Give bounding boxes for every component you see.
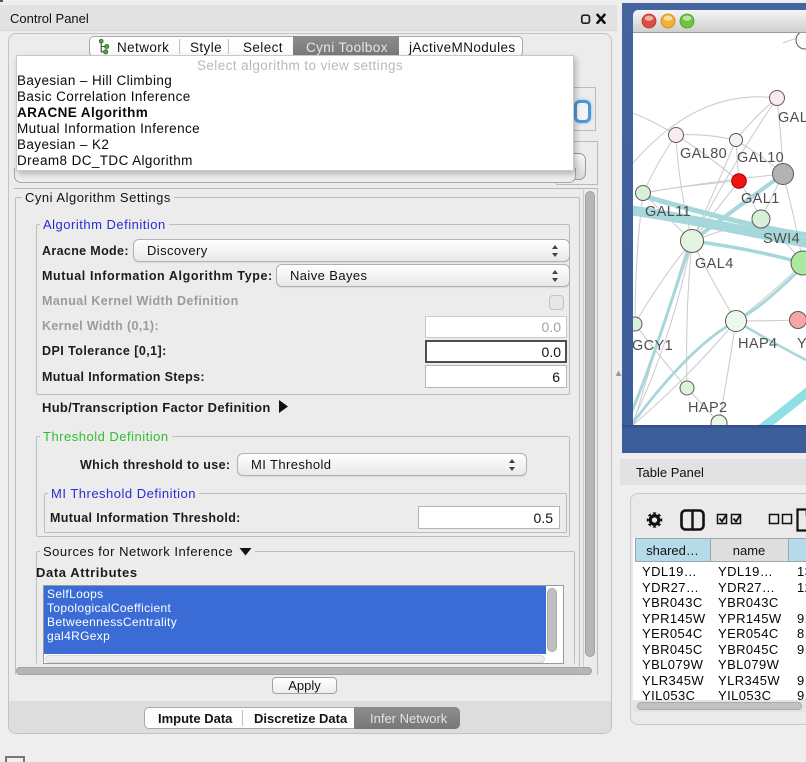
svg-text:GAL4: GAL4 xyxy=(695,256,734,272)
svg-text:GAL11: GAL11 xyxy=(645,204,691,220)
svg-text:HAP4: HAP4 xyxy=(738,336,777,352)
svg-text:GAL10: GAL10 xyxy=(737,150,784,166)
svg-text:GAL: GAL xyxy=(778,110,806,126)
svg-text:GCY1: GCY1 xyxy=(633,338,673,354)
svg-text:Y: Y xyxy=(797,336,806,352)
svg-text:GAL1: GAL1 xyxy=(741,191,780,207)
svg-text:HAP2: HAP2 xyxy=(688,400,727,416)
svg-text:GAL80: GAL80 xyxy=(680,146,727,162)
svg-text:SWI4: SWI4 xyxy=(763,231,800,247)
